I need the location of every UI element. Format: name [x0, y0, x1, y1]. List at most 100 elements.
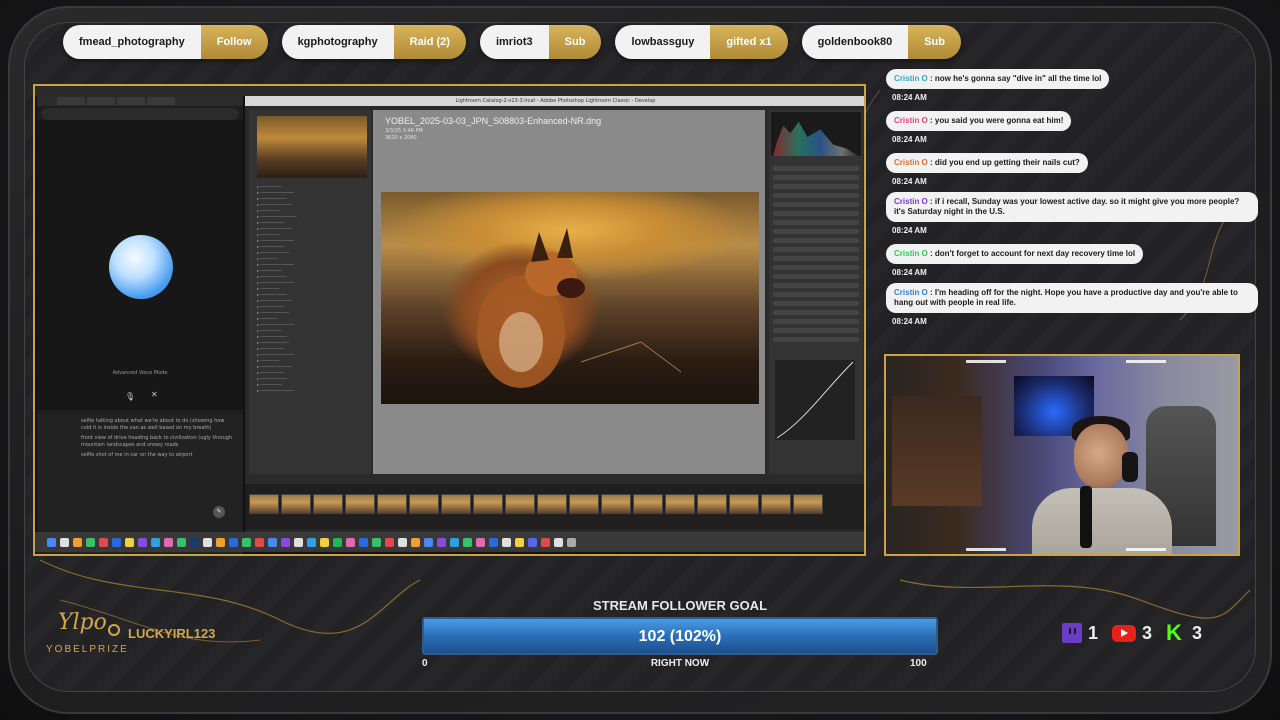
- dock-app-icon[interactable]: [164, 537, 173, 547]
- browser-tab[interactable]: [87, 97, 115, 105]
- browser-window: Advanced Voice Mode 🎙 ✕ selfie talking a…: [37, 96, 243, 554]
- dock-app-icon[interactable]: [554, 537, 563, 547]
- browser-url-bar[interactable]: [41, 108, 239, 120]
- dock-app-icon[interactable]: [450, 537, 459, 547]
- dock-app-icon[interactable]: [307, 537, 316, 547]
- dock-app-icon[interactable]: [242, 537, 251, 547]
- preset-row[interactable]: ▸ ──────────────: [257, 388, 363, 394]
- film-frame[interactable]: [505, 494, 535, 514]
- slider[interactable]: [773, 247, 859, 252]
- dock-app-icon[interactable]: [125, 537, 134, 547]
- dock-app-icon[interactable]: [268, 537, 277, 547]
- tone-curve[interactable]: [775, 360, 855, 440]
- trash-icon[interactable]: [567, 537, 576, 547]
- film-frame[interactable]: [697, 494, 727, 514]
- slider[interactable]: [773, 238, 859, 243]
- dock-app-icon[interactable]: [476, 537, 485, 547]
- slider[interactable]: [773, 256, 859, 261]
- dock-app-icon[interactable]: [86, 537, 95, 547]
- browser-tab[interactable]: [117, 97, 145, 105]
- close-icon[interactable]: ✕: [151, 390, 158, 399]
- microphone-icon[interactable]: 🎙: [125, 392, 135, 401]
- dock-app-icon[interactable]: [437, 537, 446, 547]
- dock-app-icon[interactable]: [541, 537, 550, 547]
- film-frame[interactable]: [249, 494, 279, 514]
- alert-pill: kgphotography Raid (2): [281, 25, 466, 59]
- film-frame[interactable]: [441, 494, 471, 514]
- film-frame[interactable]: [377, 494, 407, 514]
- film-frame[interactable]: [761, 494, 791, 514]
- film-frame[interactable]: [729, 494, 759, 514]
- dock-app-icon[interactable]: [398, 537, 407, 547]
- chat-username: Cristin O: [894, 158, 928, 167]
- cam-person-head: [1074, 424, 1128, 488]
- slider[interactable]: [773, 229, 859, 234]
- slider[interactable]: [773, 265, 859, 270]
- film-frame[interactable]: [569, 494, 599, 514]
- dock-app-icon[interactable]: [281, 537, 290, 547]
- dock-app-icon[interactable]: [359, 537, 368, 547]
- dock-app-icon[interactable]: [60, 537, 69, 547]
- fox-photo[interactable]: [381, 192, 759, 404]
- dock-app-icon[interactable]: [203, 537, 212, 547]
- film-frame[interactable]: [409, 494, 439, 514]
- dock-app-icon[interactable]: [333, 537, 342, 547]
- film-frame[interactable]: [537, 494, 567, 514]
- film-frame[interactable]: [633, 494, 663, 514]
- voice-orb[interactable]: [109, 235, 173, 299]
- slider[interactable]: [773, 283, 859, 288]
- dock-app-icon[interactable]: [99, 537, 108, 547]
- browser-tab[interactable]: [147, 97, 175, 105]
- dock-app-icon[interactable]: [47, 537, 56, 547]
- dock-app-icon[interactable]: [463, 537, 472, 547]
- dock-app-icon[interactable]: [502, 537, 511, 547]
- film-frame[interactable]: [313, 494, 343, 514]
- slider[interactable]: [773, 328, 859, 333]
- dock-app-icon[interactable]: [385, 537, 394, 547]
- dock-app-icon[interactable]: [346, 537, 355, 547]
- dock-app-icon[interactable]: [489, 537, 498, 547]
- dock-app-icon[interactable]: [515, 537, 524, 547]
- film-frame[interactable]: [345, 494, 375, 514]
- slider[interactable]: [773, 211, 859, 216]
- dock-app-icon[interactable]: [372, 537, 381, 547]
- dock-app-icon[interactable]: [424, 537, 433, 547]
- film-frame[interactable]: [665, 494, 695, 514]
- dock-app-icon[interactable]: [177, 537, 186, 547]
- slider[interactable]: [773, 166, 859, 171]
- dock-app-icon[interactable]: [528, 537, 537, 547]
- slider[interactable]: [773, 310, 859, 315]
- dock-app-icon[interactable]: [255, 537, 264, 547]
- cam-frame-accent: [966, 360, 1006, 363]
- dock-app-icon[interactable]: [294, 537, 303, 547]
- film-frame[interactable]: [281, 494, 311, 514]
- compose-button[interactable]: ✎: [213, 506, 225, 518]
- cam-frame-accent: [966, 548, 1006, 551]
- film-frame[interactable]: [793, 494, 823, 514]
- slider[interactable]: [773, 319, 859, 324]
- dock-app-icon[interactable]: [190, 537, 199, 547]
- cam-frame-accent: [1126, 360, 1166, 363]
- slider[interactable]: [773, 220, 859, 225]
- dock-app-icon[interactable]: [320, 537, 329, 547]
- chat-bubble: Cristin O : don't forget to account for …: [886, 244, 1144, 264]
- slider[interactable]: [773, 202, 859, 207]
- dock-app-icon[interactable]: [138, 537, 147, 547]
- slider[interactable]: [773, 193, 859, 198]
- navigator-thumbnail[interactable]: [257, 116, 367, 178]
- film-frame[interactable]: [601, 494, 631, 514]
- dock-app-icon[interactable]: [112, 537, 121, 547]
- dock-app-icon[interactable]: [151, 537, 160, 547]
- dock-app-icon[interactable]: [229, 537, 238, 547]
- slider[interactable]: [773, 184, 859, 189]
- slider[interactable]: [773, 175, 859, 180]
- dock-app-icon[interactable]: [73, 537, 82, 547]
- slider[interactable]: [773, 337, 859, 342]
- dock-app-icon[interactable]: [216, 537, 225, 547]
- slider[interactable]: [773, 274, 859, 279]
- dock-app-icon[interactable]: [411, 537, 420, 547]
- slider[interactable]: [773, 301, 859, 306]
- film-frame[interactable]: [473, 494, 503, 514]
- browser-tab[interactable]: [57, 97, 85, 105]
- slider[interactable]: [773, 292, 859, 297]
